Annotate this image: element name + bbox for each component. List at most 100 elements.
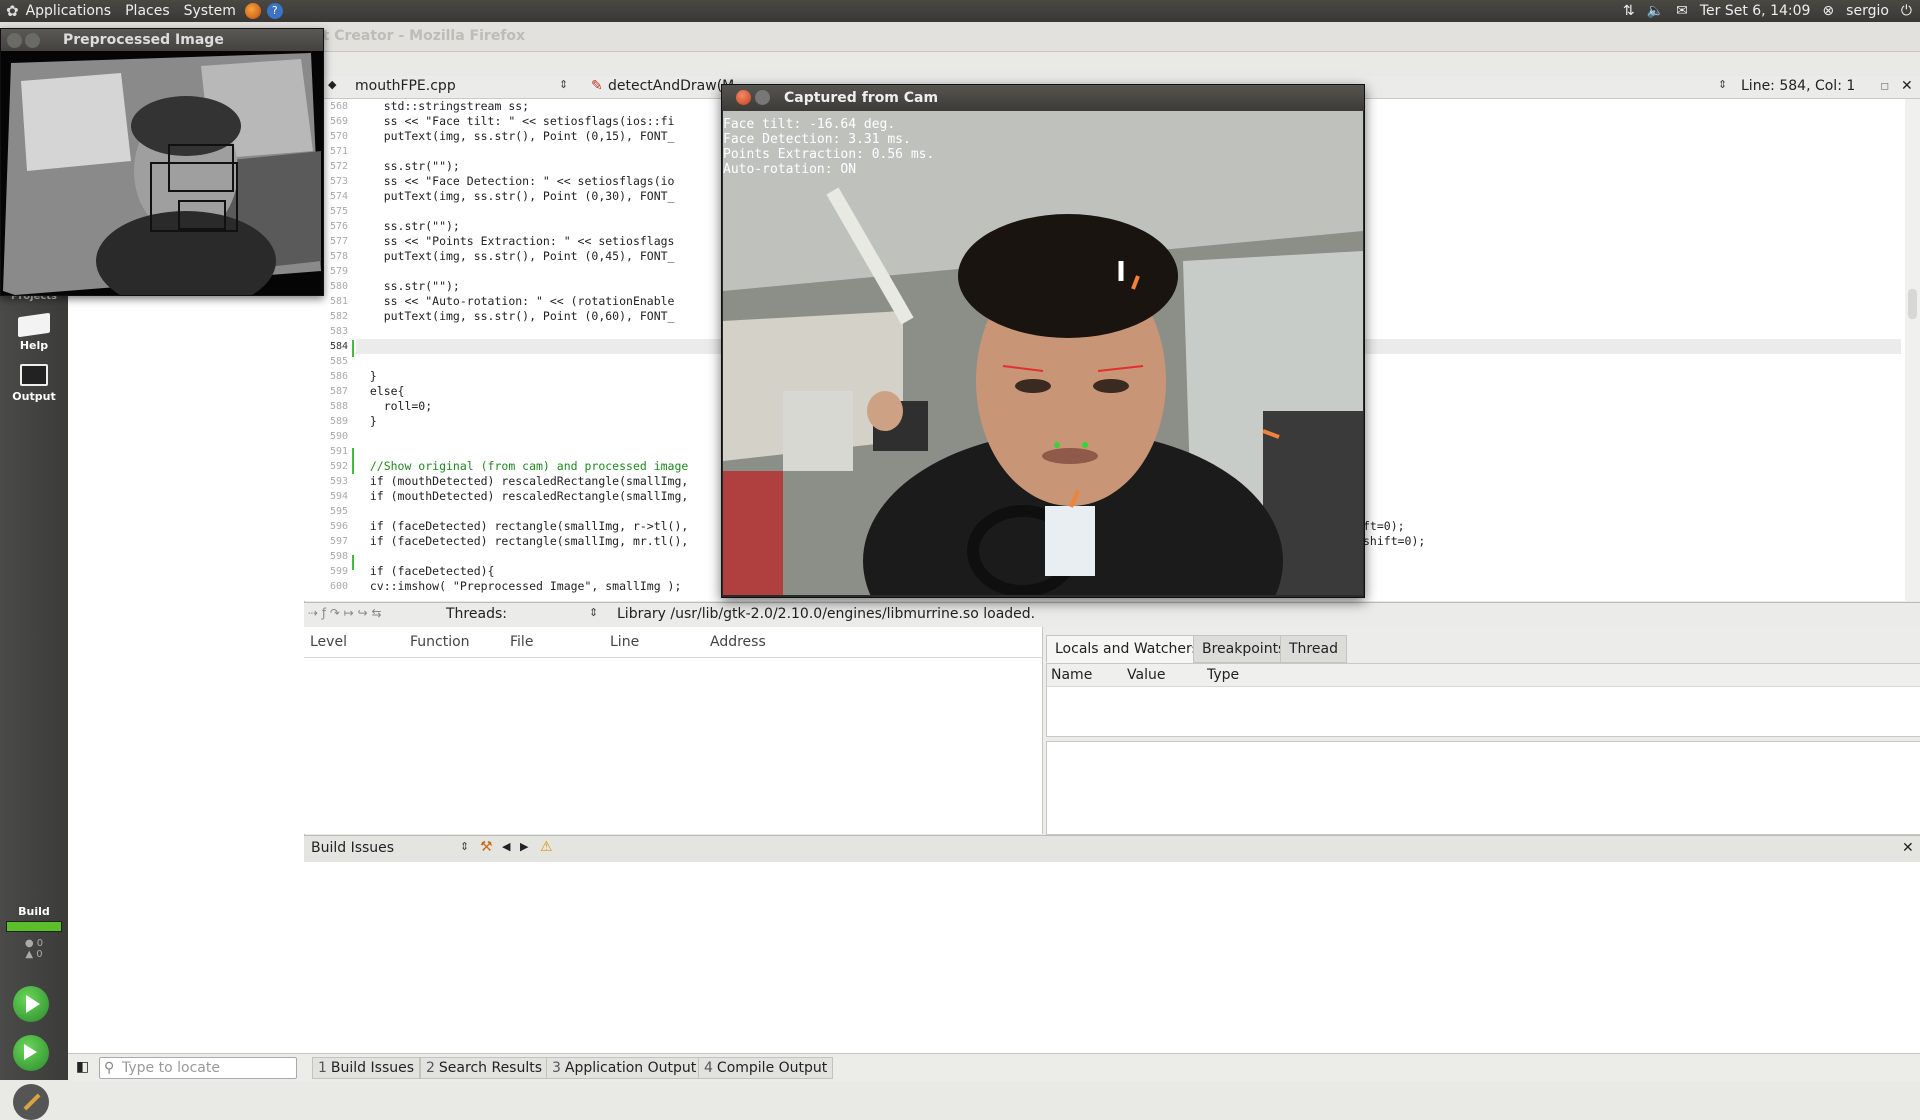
book-icon: [18, 312, 50, 338]
gnome-foot-icon[interactable]: ✿: [6, 2, 19, 20]
code-line[interactable]: if (faceDetected){: [356, 564, 495, 579]
preprocessed-titlebar[interactable]: Preprocessed Image: [1, 29, 323, 51]
symbol-selector-arrows-icon[interactable]: ⇕: [1718, 78, 1727, 91]
col-type[interactable]: Type: [1207, 667, 1239, 683]
tab-thread[interactable]: Thread: [1280, 635, 1347, 663]
code-line[interactable]: ss.str("");: [356, 159, 460, 174]
places-menu[interactable]: Places: [118, 3, 177, 19]
mode-output[interactable]: Output: [0, 364, 68, 403]
camera-title: Captured from Cam: [784, 90, 939, 106]
filter-icon[interactable]: ⚒: [480, 839, 493, 855]
build-button[interactable]: [13, 1084, 49, 1120]
code-line[interactable]: if (faceDetected) rectangle(smallImg, mr…: [356, 534, 689, 549]
code-line[interactable]: if (mouthDetected) rescaledRectangle(sma…: [356, 489, 689, 504]
run-button[interactable]: [13, 986, 49, 1022]
output-button-build-issues[interactable]: 1 Build Issues: [312, 1057, 421, 1079]
close-window-icon[interactable]: [7, 33, 22, 48]
user-name[interactable]: sergio: [1846, 3, 1889, 19]
build-issues-list[interactable]: [304, 862, 1920, 1053]
play-icon: [26, 995, 40, 1013]
output-icon: [20, 364, 48, 386]
error-count-row: ● 0: [0, 938, 68, 949]
code-line[interactable]: roll=0;: [356, 399, 432, 414]
code-line[interactable]: }: [356, 414, 377, 429]
file-selector-arrows-icon[interactable]: ⇕: [559, 78, 568, 91]
prev-icon[interactable]: ◀: [502, 840, 510, 853]
col-level[interactable]: Level: [310, 634, 347, 650]
close-pane-icon[interactable]: ✕: [1902, 840, 1914, 856]
col-function[interactable]: Function: [410, 634, 470, 650]
symbol-selector[interactable]: detectAndDraw(M: [608, 78, 734, 94]
tab-locals-and-watchers[interactable]: Locals and Watchers: [1046, 635, 1209, 663]
output-button-search-results[interactable]: 2 Search Results: [420, 1057, 549, 1079]
clock[interactable]: Ter Set 6, 14:09: [1700, 3, 1811, 19]
code-line[interactable]: putText(img, ss.str(), Point (0,45), FON…: [356, 249, 675, 264]
mode-help[interactable]: Help: [0, 312, 68, 352]
preprocessed-image-window[interactable]: Preprocessed Image: [0, 28, 324, 296]
code-line[interactable]: ss.str("");: [356, 279, 460, 294]
pane-selector-icon[interactable]: ⇕: [460, 840, 469, 853]
volume-icon[interactable]: 🔈: [1647, 3, 1664, 19]
col-line[interactable]: Line: [610, 634, 639, 650]
code-line[interactable]: ss << "Face tilt: " << setiosflags(ios::…: [356, 114, 675, 129]
output-button-application-output[interactable]: 3 Application Output: [546, 1057, 703, 1079]
code-line[interactable]: putText(img, ss.str(), Point (0,60), FON…: [356, 309, 675, 324]
toggle-sidebar-icon[interactable]: ◧: [76, 1059, 89, 1075]
status-bar: ◧ ⚲ Type to locate 1 Build Issues 2 Search…: [68, 1053, 1920, 1081]
code-line[interactable]: std::stringstream ss;: [356, 99, 529, 114]
code-line[interactable]: ss << "Points Extraction: " << setiosfla…: [356, 234, 675, 249]
code-line[interactable]: if (mouthDetected) rescaledRectangle(sma…: [356, 474, 689, 489]
help-icon[interactable]: ?: [266, 3, 283, 19]
power-icon[interactable]: ⏻: [1901, 3, 1912, 19]
locator-input[interactable]: ⚲ Type to locate: [99, 1057, 297, 1079]
watchers-table[interactable]: [1046, 741, 1920, 835]
mail-icon[interactable]: ✉: [1676, 3, 1688, 19]
code-line[interactable]: ss.str("");: [356, 219, 460, 234]
firefox-icon[interactable]: [244, 3, 261, 19]
line-number: 598: [329, 551, 348, 562]
code-line[interactable]: }: [356, 369, 377, 384]
cursor-position: Line: 584, Col: 1: [1741, 78, 1856, 94]
editor-scrollbar[interactable]: [1905, 99, 1920, 601]
split-icon[interactable]: ▫: [1880, 78, 1890, 94]
code-line[interactable]: //Show original (from cam) and processed…: [356, 459, 689, 474]
next-icon[interactable]: ▶: [520, 840, 528, 853]
applications-menu[interactable]: Applications: [19, 3, 119, 19]
step-icons[interactable]: ⇢ ƒ ↷ ↦ ↪ ⇆: [308, 606, 382, 620]
system-menu[interactable]: System: [177, 3, 243, 19]
user-icon: ⊗: [1822, 3, 1835, 19]
nav-back-icon[interactable]: ◆: [328, 78, 336, 91]
code-line[interactable]: else{: [356, 384, 405, 399]
stack-view[interactable]: Level Function File Line Address: [304, 627, 1043, 834]
col-address[interactable]: Address: [710, 634, 766, 650]
col-value[interactable]: Value: [1127, 667, 1165, 683]
threads-dropdown-icon[interactable]: ⇕: [589, 606, 598, 619]
network-icon[interactable]: ⇅: [1623, 3, 1635, 19]
debug-button[interactable]: [13, 1035, 49, 1071]
warning-icon: ▲: [25, 949, 34, 960]
code-line[interactable]: if (faceDetected) rectangle(smallImg, r-…: [356, 519, 689, 534]
line-number: 591: [329, 446, 348, 457]
close-window-icon[interactable]: [736, 90, 751, 105]
camera-window[interactable]: Captured from Cam Face tilt: -16.64 deg.…: [721, 84, 1365, 598]
locals-table[interactable]: Name Value Type: [1046, 663, 1920, 737]
code-line[interactable]: putText(img, ss.str(), Point (0,15), FON…: [356, 129, 675, 144]
camera-titlebar[interactable]: Captured from Cam: [722, 85, 1364, 111]
output-button-compile-output[interactable]: 4 Compile Output: [698, 1057, 834, 1079]
error-icon: ●: [24, 938, 34, 949]
minimize-window-icon[interactable]: [755, 90, 770, 105]
col-file[interactable]: File: [510, 634, 533, 650]
scrollbar-thumb[interactable]: [1908, 289, 1917, 319]
code-line[interactable]: putText(img, ss.str(), Point (0,30), FON…: [356, 189, 675, 204]
code-line[interactable]: cv::imshow( "Preprocessed Image", smallI…: [356, 579, 682, 594]
debug-toolbar: ⇢ ƒ ↷ ↦ ↪ ⇆ Threads: ⇕ Library /usr/lib/…: [304, 602, 1920, 628]
code-line[interactable]: ss << "Auto-rotation: " << (rotationEnab…: [356, 294, 675, 309]
code-line[interactable]: ss << "Face Detection: " << setiosflags(…: [356, 174, 675, 189]
file-selector[interactable]: mouthFPE.cpp: [355, 78, 456, 94]
debug-play-icon: [24, 1044, 37, 1060]
minimize-window-icon[interactable]: [25, 33, 40, 48]
warning-filter-icon[interactable]: ⚠: [540, 839, 553, 855]
close-editor-icon[interactable]: ✕: [1901, 78, 1913, 94]
col-name[interactable]: Name: [1051, 667, 1092, 683]
overlay-points-extraction: Points Extraction: 0.56 ms.: [723, 147, 935, 162]
